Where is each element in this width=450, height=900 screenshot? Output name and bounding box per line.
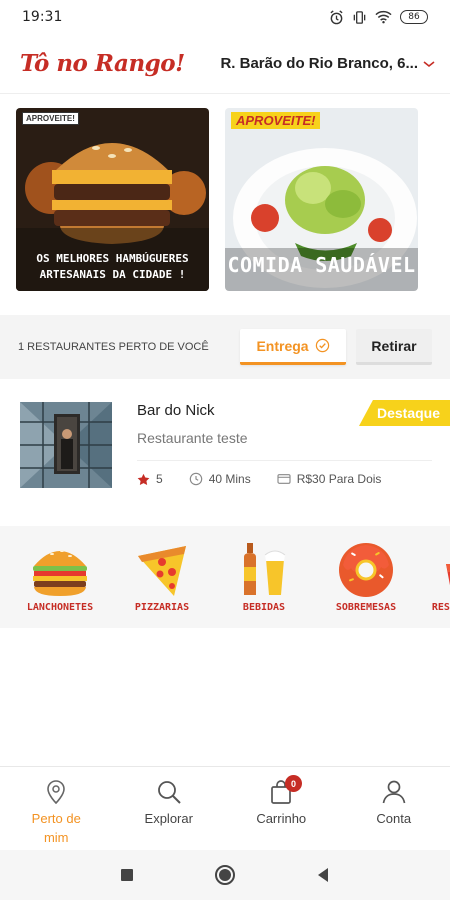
battery-indicator: 86 [400, 10, 428, 24]
alarm-icon [330, 9, 343, 24]
category-restaurantes[interactable]: RESTAURANTES [426, 540, 450, 613]
cart-count-badge: 0 [285, 775, 302, 792]
donut-icon [339, 543, 393, 597]
status-icons: 86 [329, 9, 428, 25]
pickup-button[interactable]: Retirar [356, 329, 432, 365]
recent-apps-icon[interactable] [120, 868, 134, 882]
category-icon-wrap [334, 540, 398, 600]
pickup-label: Retirar [371, 337, 417, 354]
restaurant-thumbnail [20, 402, 112, 488]
restaurant-count: 1 RESTAURANTES PERTO DE VOCÊ [18, 341, 209, 353]
promo-banner-healthy[interactable]: APROVEITE! COMIDA SAUDÁVEL [225, 108, 418, 291]
check-circle-icon [315, 338, 329, 353]
restaurant-name: Bar do Nick [137, 402, 215, 419]
delivery-filter-bar: 1 RESTAURANTES PERTO DE VOCÊ Entrega Ret… [0, 315, 450, 379]
price-info: R$30 Para Dois [277, 472, 382, 486]
banner-tag: APROVEITE! [231, 112, 321, 129]
address-text: R. Barão do Rio Branco, 6... [220, 55, 418, 72]
category-label: LANCHONETES [26, 602, 94, 613]
category-bebidas[interactable]: BEBIDAS [222, 540, 306, 613]
category-icon-wrap [436, 540, 450, 600]
clock-icon [189, 472, 202, 486]
banner-caption: COMIDA SAUDÁVEL [227, 253, 416, 277]
bottom-navigation: Perto de mim Explorar 0 Carrinho Conta [0, 766, 450, 850]
chevron-down-icon [423, 60, 435, 67]
burger-icon [33, 550, 87, 596]
rating: 5 [137, 472, 163, 486]
home-icon[interactable] [214, 864, 236, 886]
promo-banner-burgers[interactable]: APROVEITE! OS MELHORES HAMBÚGUERES ARTES… [16, 108, 209, 291]
nav-explorar[interactable]: Explorar [113, 767, 226, 850]
system-navigation-bar [0, 850, 450, 900]
delivery-time-value: 40 Mins [208, 472, 251, 486]
category-sobremesas[interactable]: SOBREMESAS [324, 540, 408, 613]
restaurant-meta: 5 40 Mins R$30 Para Dois [137, 472, 381, 486]
restaurant-card[interactable]: Bar do Nick Restaurante teste Destaque 5… [0, 380, 450, 510]
rating-value: 5 [156, 472, 163, 486]
category-icon-wrap [28, 540, 92, 600]
salad-icon [446, 564, 450, 586]
restaurant-photo [20, 402, 112, 488]
nav-label: Conta [376, 811, 412, 826]
price-value: R$30 Para Dois [296, 472, 382, 486]
category-label: BEBIDAS [242, 602, 286, 613]
banner-caption: OS MELHORES HAMBÚGUERES ARTESANAIS DA CI… [36, 252, 189, 281]
divider [137, 460, 432, 461]
pizza-icon [138, 546, 186, 596]
nav-carrinho[interactable]: 0 Carrinho [225, 767, 338, 850]
status-bar: 19:31 86 [0, 0, 450, 34]
status-time: 19:31 [22, 9, 63, 25]
promo-banners: APROVEITE! OS MELHORES HAMBÚGUERES ARTES… [16, 108, 418, 291]
category-lanchonetes[interactable]: LANCHONETES [18, 540, 102, 613]
delivery-time: 40 Mins [189, 472, 251, 486]
category-icon-wrap [232, 540, 296, 600]
wifi-icon [375, 10, 392, 24]
vibrate-icon [353, 10, 366, 24]
category-icon-wrap [130, 540, 194, 600]
user-icon [382, 780, 406, 804]
banner-tag: APROVEITE! [22, 112, 79, 125]
nav-label: Explorar [144, 811, 193, 826]
delivery-label: Entrega [256, 337, 309, 354]
delivery-button[interactable]: Entrega [240, 329, 346, 365]
wallet-icon [277, 474, 291, 484]
search-icon [157, 781, 181, 804]
category-label: PIZZARIAS [134, 602, 190, 613]
back-icon[interactable] [316, 867, 330, 883]
restaurant-description: Restaurante teste [137, 430, 248, 446]
app-header: Tô no Rango! R. Barão do Rio Branco, 6..… [0, 34, 450, 94]
address-selector[interactable]: R. Barão do Rio Branco, 6... [220, 55, 436, 72]
category-label: RESTAURANTES [431, 602, 450, 613]
category-carousel[interactable]: LANCHONETES PIZZARIAS BEBIDAS SOBREMESAS… [0, 526, 450, 628]
featured-badge: Destaque [358, 400, 450, 426]
location-pin-icon [47, 780, 66, 805]
star-icon [137, 473, 150, 485]
category-pizzarias[interactable]: PIZZARIAS [120, 540, 204, 613]
app-screen: 19:31 86 Tô no Rango! R. Barão do Rio Br… [0, 0, 450, 900]
nav-perto-de-mim[interactable]: Perto de mim [0, 767, 113, 850]
category-label: SOBREMESAS [335, 602, 397, 613]
nav-conta[interactable]: Conta [338, 767, 450, 850]
app-logo: Tô no Rango! [20, 50, 185, 77]
nav-label: Carrinho [256, 811, 307, 826]
drinks-icon [244, 543, 286, 595]
nav-label: Perto de mim [31, 811, 81, 845]
